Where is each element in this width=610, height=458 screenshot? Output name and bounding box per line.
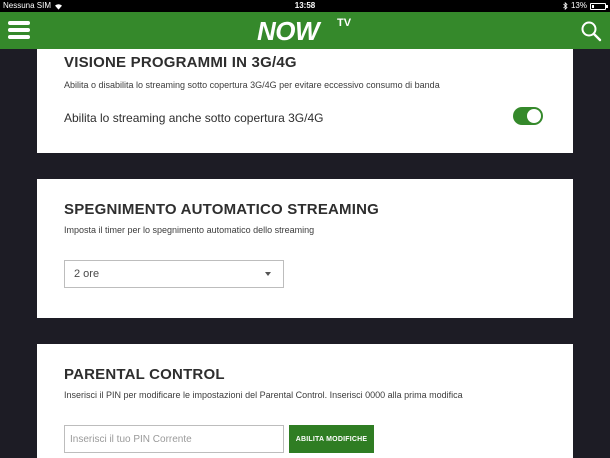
- status-time: 13:58: [294, 1, 316, 10]
- parental-control-section: PARENTAL CONTROL Inserisci il PIN per mo…: [37, 344, 573, 458]
- logo-tv-text: TV: [337, 17, 352, 29]
- streaming-3g-toggle[interactable]: [513, 107, 543, 125]
- auto-shutdown-title: SPEGNIMENTO AUTOMATICO STREAMING: [64, 201, 380, 218]
- auto-shutdown-section: SPEGNIMENTO AUTOMATICO STREAMING Imposta…: [37, 179, 573, 318]
- shutdown-timer-select[interactable]: 2 ore: [64, 260, 284, 288]
- now-tv-logo: NOW TV: [257, 16, 351, 46]
- streaming-3g-section: VISIONE PROGRAMMI IN 3G/4G Abilita o dis…: [37, 49, 573, 153]
- auto-shutdown-description: Imposta il timer per lo spegnimento auto…: [64, 225, 315, 235]
- streaming-3g-toggle-label: Abilita lo streaming anche sotto copertu…: [64, 111, 324, 125]
- enable-changes-button[interactable]: ABILITA MODIFICHE: [289, 425, 374, 453]
- app-header: NOW TV: [0, 12, 610, 49]
- streaming-3g-title: VISIONE PROGRAMMI IN 3G/4G: [64, 54, 297, 71]
- pin-input[interactable]: [64, 425, 284, 453]
- streaming-3g-description: Abilita o disabilita lo streaming sotto …: [64, 80, 440, 90]
- shutdown-timer-value: 2 ore: [74, 268, 100, 280]
- logo-now-text: NOW: [257, 16, 320, 46]
- battery-icon: [590, 2, 608, 10]
- hamburger-menu-icon[interactable]: [8, 21, 30, 39]
- chevron-down-icon: [265, 272, 271, 276]
- parental-control-description: Inserisci il PIN per modificare le impos…: [64, 390, 463, 400]
- search-icon[interactable]: [580, 20, 602, 42]
- parental-control-title: PARENTAL CONTROL: [64, 366, 225, 383]
- toggle-knob: [527, 109, 541, 123]
- bluetooth-icon: [563, 2, 568, 10]
- battery-percent: 13%: [570, 1, 587, 10]
- status-bar: Nessuna SIM 13:58 13%: [0, 0, 610, 12]
- status-right: 13%: [563, 0, 608, 12]
- battery-fill: [592, 4, 594, 8]
